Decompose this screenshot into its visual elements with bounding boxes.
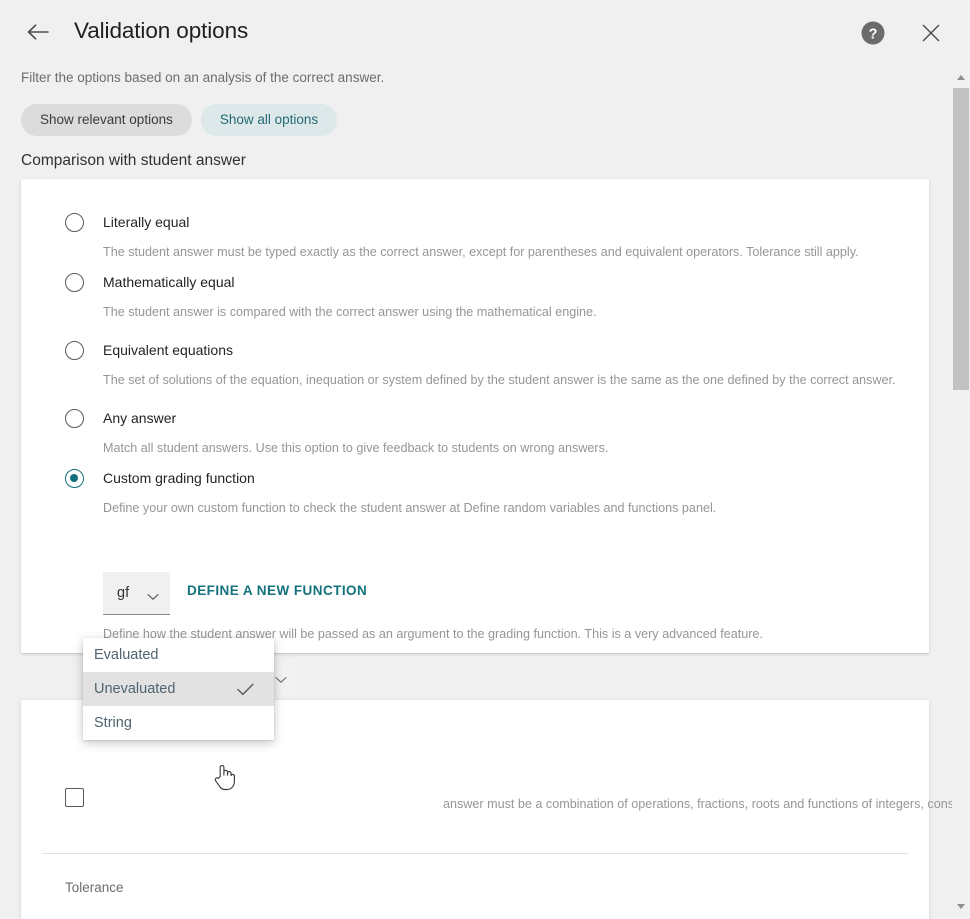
chevron-down-icon bbox=[147, 588, 159, 606]
radio-literally-equal[interactable] bbox=[65, 213, 84, 232]
option-label: Any answer bbox=[103, 410, 177, 426]
option-description: Match all student answers. Use this opti… bbox=[103, 441, 609, 455]
show-all-options-button[interactable]: Show all options bbox=[200, 104, 338, 136]
close-icon[interactable] bbox=[917, 19, 945, 47]
dropdown-item-evaluated[interactable]: Evaluated bbox=[83, 638, 274, 672]
chevron-down-icon bbox=[275, 671, 287, 689]
filter-description: Filter the options based on an analysis … bbox=[21, 70, 385, 85]
scroll-up-arrow-icon[interactable] bbox=[952, 68, 970, 86]
filter-toggle-group: Show relevant options Show all options bbox=[21, 104, 338, 136]
grading-function-select-value: gf bbox=[117, 585, 130, 601]
checkmark-icon bbox=[237, 672, 254, 706]
dropdown-item-string[interactable]: String bbox=[83, 706, 274, 740]
tolerance-label: Tolerance bbox=[65, 880, 124, 895]
grading-function-select[interactable]: gf bbox=[103, 572, 170, 615]
argument-mode-dropdown-menu[interactable]: Evaluated Unevaluated String bbox=[83, 638, 274, 740]
radio-mathematically-equal[interactable] bbox=[65, 273, 84, 292]
define-new-function-link[interactable]: DEFINE A NEW FUNCTION bbox=[187, 583, 367, 598]
option-label: Literally equal bbox=[103, 214, 190, 230]
vertical-scrollbar[interactable] bbox=[952, 60, 970, 919]
dropdown-item-label: Evaluated bbox=[94, 647, 159, 663]
scroll-content: Filter the options based on an analysis … bbox=[0, 60, 952, 919]
option-description: The set of solutions of the equation, in… bbox=[103, 373, 896, 387]
option-description: Define your own custom function to check… bbox=[103, 501, 717, 515]
option-label: Mathematically equal bbox=[103, 274, 235, 290]
dropdown-item-label: Unevaluated bbox=[94, 681, 176, 697]
dropdown-item-unevaluated[interactable]: Unevaluated bbox=[83, 672, 274, 706]
help-circle-icon[interactable]: ? bbox=[860, 20, 886, 46]
option-label: Equivalent equations bbox=[103, 342, 233, 358]
svg-text:?: ? bbox=[869, 26, 878, 42]
card-divider bbox=[42, 853, 908, 854]
option-description: The student answer must be typed exactly… bbox=[103, 245, 859, 259]
dialog-header: Validation options ? bbox=[0, 0, 970, 60]
checkbox-numbers[interactable] bbox=[65, 788, 84, 807]
comparison-options-card: Literally equal The student answer must … bbox=[21, 179, 929, 695]
section-heading-comparison: Comparison with student answer bbox=[21, 152, 246, 169]
dropdown-item-label: String bbox=[94, 715, 132, 731]
radio-any-answer[interactable] bbox=[65, 409, 84, 428]
scroll-down-arrow-icon[interactable] bbox=[952, 897, 970, 915]
show-relevant-options-button[interactable]: Show relevant options bbox=[21, 104, 192, 136]
radio-custom-grading-function[interactable] bbox=[65, 469, 84, 488]
option-label: Custom grading function bbox=[103, 470, 255, 486]
back-arrow-icon[interactable] bbox=[22, 16, 54, 48]
option-description: The student answer is compared with the … bbox=[103, 305, 597, 319]
option-description: answer must be a combination of operatio… bbox=[443, 797, 952, 811]
page-title: Validation options bbox=[74, 18, 249, 43]
radio-equivalent-equations[interactable] bbox=[65, 341, 84, 360]
scrollbar-thumb[interactable] bbox=[953, 88, 969, 390]
